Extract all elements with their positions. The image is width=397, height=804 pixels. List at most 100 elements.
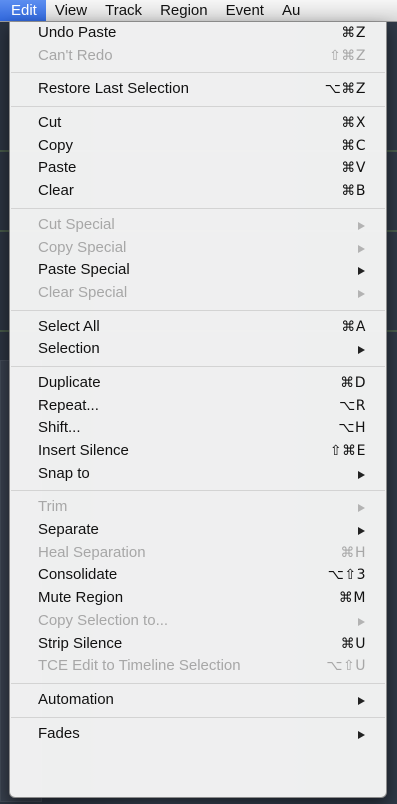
menu-item-label: Heal Separation bbox=[38, 543, 146, 561]
edit-menu-dropdown: Undo Paste ⌘Z Can't Redo ⇧⌘Z Restore Last Se… bbox=[9, 22, 387, 798]
keyboard-shortcut: ⌘D bbox=[340, 374, 366, 391]
menubar-item-au[interactable]: Au bbox=[273, 0, 309, 21]
submenu-arrow-icon bbox=[358, 244, 365, 253]
menu-item-trim[interactable]: Trim bbox=[10, 496, 386, 519]
menu-separator bbox=[11, 365, 385, 367]
menu-item-label: Clear Special bbox=[38, 283, 128, 301]
menu-item-clear-special[interactable]: Clear Special bbox=[10, 282, 386, 305]
menu-item-separate[interactable]: Separate bbox=[10, 519, 386, 542]
keyboard-shortcut: ⌥⇧U bbox=[326, 658, 366, 675]
menu-item-can-t-redo[interactable]: Can't Redo ⇧⌘Z bbox=[10, 45, 386, 68]
menu-separator bbox=[11, 682, 385, 684]
menu-item-label: Can't Redo bbox=[38, 46, 113, 64]
menu-item-label: Duplicate bbox=[38, 373, 101, 391]
menubar-item-edit[interactable]: Edit bbox=[0, 0, 46, 21]
menu-item-heal-separation[interactable]: Heal Separation ⌘H bbox=[10, 542, 386, 565]
menu-item-selection[interactable]: Selection bbox=[10, 338, 386, 361]
menu-item-label: Copy Special bbox=[38, 238, 127, 256]
menu-item-consolidate[interactable]: Consolidate ⌥⇧3 bbox=[10, 564, 386, 587]
menu-item-label: Undo Paste bbox=[38, 24, 117, 41]
menubar-item-event[interactable]: Event bbox=[217, 0, 273, 21]
menu-item-paste-special[interactable]: Paste Special bbox=[10, 259, 386, 282]
menu-item-label: Select All bbox=[38, 317, 100, 335]
menu-item-automation[interactable]: Automation bbox=[10, 689, 386, 712]
menubar-item-region[interactable]: Region bbox=[151, 0, 217, 21]
menu-item-repeat[interactable]: Repeat... ⌥R bbox=[10, 395, 386, 418]
submenu-arrow-icon bbox=[358, 504, 365, 513]
menu-item-insert-silence[interactable]: Insert Silence ⇧⌘E bbox=[10, 440, 386, 463]
menu-item-mute-region[interactable]: Mute Region ⌘M bbox=[10, 587, 386, 610]
menu-item-snap-to[interactable]: Snap to bbox=[10, 463, 386, 486]
keyboard-shortcut: ⌘X bbox=[341, 115, 366, 132]
menu-item-label: Clear bbox=[38, 182, 74, 200]
menu-item-restore-last-selection[interactable]: Restore Last Selection ⌥⌘Z bbox=[10, 78, 386, 101]
menu-separator bbox=[11, 72, 385, 74]
menubar-item-track[interactable]: Track bbox=[96, 0, 151, 21]
submenu-arrow-icon bbox=[358, 267, 365, 276]
menu-item-label: Separate bbox=[38, 521, 99, 539]
menu-item-label: Selection bbox=[38, 340, 100, 358]
submenu-arrow-icon bbox=[358, 696, 365, 705]
menu-item-copy-selection-to[interactable]: Copy Selection to... bbox=[10, 610, 386, 633]
menu-item-label: Paste Special bbox=[38, 261, 130, 279]
keyboard-shortcut: ⌘H bbox=[340, 544, 366, 561]
menu-item-select-all[interactable]: Select All ⌘A bbox=[10, 316, 386, 339]
menu-separator bbox=[11, 106, 385, 108]
menu-item-clear[interactable]: Clear ⌘B bbox=[10, 180, 386, 203]
menu-item-label: Paste bbox=[38, 159, 77, 177]
submenu-arrow-icon bbox=[358, 527, 365, 536]
keyboard-shortcut: ⌥H bbox=[338, 420, 366, 437]
menu-item-copy[interactable]: Copy ⌘C bbox=[10, 135, 386, 158]
menu-item-undo-paste[interactable]: Undo Paste ⌘Z bbox=[10, 22, 386, 45]
menu-item-label: Insert Silence bbox=[38, 442, 129, 459]
menu-item-label: Shift... bbox=[38, 419, 81, 437]
menu-item-label: TCE Edit to Timeline Selection bbox=[38, 657, 241, 675]
menu-item-shift[interactable]: Shift... ⌥H bbox=[10, 417, 386, 440]
menu-item-fades[interactable]: Fades bbox=[10, 723, 386, 746]
menu-item-copy-special[interactable]: Copy Special bbox=[10, 237, 386, 260]
menu-item-tce-edit-to-timeline-selection[interactable]: TCE Edit to Timeline Selection ⌥⇧U bbox=[10, 655, 386, 678]
menu-item-cut-special[interactable]: Cut Special bbox=[10, 214, 386, 237]
menu-separator bbox=[11, 490, 385, 492]
keyboard-shortcut: ⌘B bbox=[341, 183, 366, 200]
keyboard-shortcut: ⌘A bbox=[341, 318, 366, 335]
menu-item-label: Fades bbox=[38, 724, 80, 742]
keyboard-shortcut: ⌘M bbox=[338, 590, 366, 607]
menu-item-strip-silence[interactable]: Strip Silence ⌘U bbox=[10, 633, 386, 656]
keyboard-shortcut: ⇧⌘Z bbox=[329, 47, 366, 64]
keyboard-shortcut: ⇧⌘E bbox=[329, 443, 366, 459]
menu-item-label: Restore Last Selection bbox=[38, 80, 189, 98]
menu-item-label: Consolidate bbox=[38, 566, 118, 584]
menu-item-label: Copy bbox=[38, 136, 74, 154]
submenu-arrow-icon bbox=[358, 730, 365, 739]
submenu-arrow-icon bbox=[358, 617, 365, 626]
keyboard-shortcut: ⌘U bbox=[340, 635, 366, 652]
menu-item-cut[interactable]: Cut ⌘X bbox=[10, 112, 386, 135]
menu-item-paste[interactable]: Paste ⌘V bbox=[10, 157, 386, 180]
keyboard-shortcut: ⌘C bbox=[341, 137, 366, 154]
keyboard-shortcut: ⌥R bbox=[339, 397, 366, 414]
menu-item-label: Mute Region bbox=[38, 589, 124, 607]
menu-item-label: Repeat... bbox=[38, 396, 99, 414]
menu-item-label: Automation bbox=[38, 690, 114, 708]
keyboard-shortcut: ⌘Z bbox=[341, 25, 366, 41]
menu-item-label: Strip Silence bbox=[38, 634, 123, 652]
menu-separator bbox=[11, 309, 385, 311]
menu-item-duplicate[interactable]: Duplicate ⌘D bbox=[10, 372, 386, 395]
menu-item-label: Snap to bbox=[38, 464, 90, 482]
menu-item-label: Cut bbox=[38, 114, 62, 132]
menu-bar: Edit View Track Region Event Au bbox=[0, 0, 397, 22]
keyboard-shortcut: ⌥⌘Z bbox=[324, 81, 366, 98]
submenu-arrow-icon bbox=[358, 470, 365, 479]
menubar-item-view[interactable]: View bbox=[46, 0, 96, 21]
submenu-arrow-icon bbox=[358, 289, 365, 298]
submenu-arrow-icon bbox=[358, 221, 365, 230]
keyboard-shortcut: ⌘V bbox=[341, 160, 366, 177]
menu-separator bbox=[11, 716, 385, 718]
menu-item-label: Copy Selection to... bbox=[38, 611, 169, 629]
submenu-arrow-icon bbox=[358, 346, 365, 355]
keyboard-shortcut: ⌥⇧3 bbox=[327, 567, 366, 584]
menu-item-label: Cut Special bbox=[38, 215, 115, 233]
menu-item-label: Trim bbox=[38, 498, 68, 516]
menu-separator bbox=[11, 207, 385, 209]
